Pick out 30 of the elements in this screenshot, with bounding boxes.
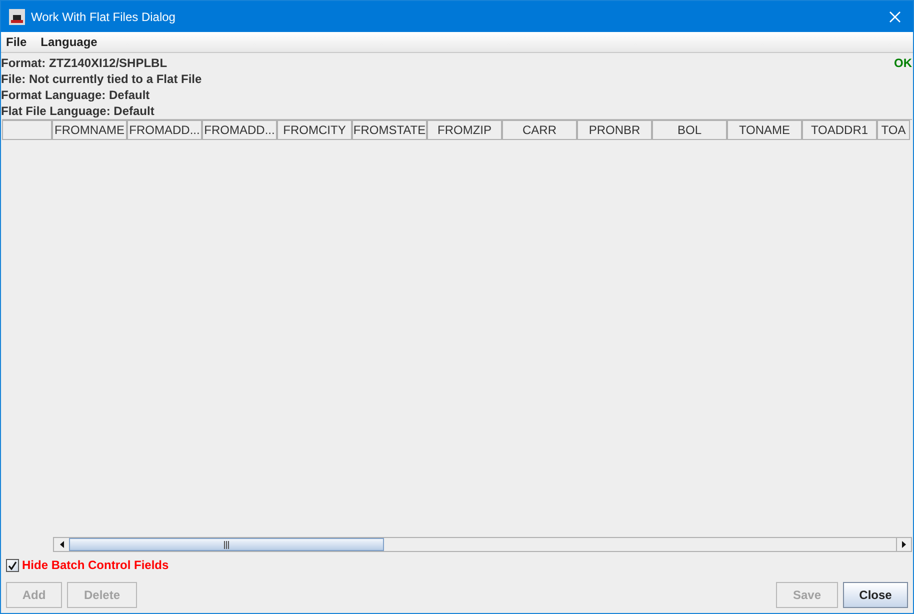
- column-header[interactable]: FROMZIP: [427, 120, 502, 140]
- checkbox[interactable]: [6, 558, 19, 572]
- window-title: Work With Flat Files Dialog: [31, 8, 176, 26]
- right-arrow-icon: [902, 541, 906, 548]
- horizontal-scrollbar[interactable]: [53, 537, 912, 552]
- column-header[interactable]: BOL: [652, 120, 727, 140]
- left-arrow-icon: [60, 541, 64, 548]
- close-icon[interactable]: [889, 10, 901, 22]
- column-header[interactable]: TOA: [877, 120, 910, 140]
- column-header[interactable]: FROMNAME: [52, 120, 127, 140]
- scrollbar-thumb[interactable]: [69, 538, 384, 551]
- info-text: Flat File Language: Default: [1, 103, 156, 119]
- menu-item[interactable]: File: [6, 33, 27, 51]
- column-header[interactable]: TONAME: [727, 120, 802, 140]
- column-header[interactable]: FROMADD...: [202, 120, 277, 140]
- status-text: OK: [894, 55, 913, 72]
- column-header[interactable]: CARR: [502, 120, 577, 140]
- grip-icon: [224, 540, 230, 548]
- checkbox-label: Hide Batch Control Fields: [22, 557, 169, 574]
- menu-item[interactable]: Language: [40, 33, 98, 51]
- column-header[interactable]: FROMADD...: [127, 120, 202, 140]
- info-text: Format Language: Default: [1, 87, 151, 103]
- column-header[interactable]: FROMCITY: [277, 120, 352, 140]
- column-header[interactable]: PRONBR: [577, 120, 652, 140]
- dialog-button[interactable]: Close: [843, 582, 908, 608]
- column-header[interactable]: TOADDR1: [802, 120, 877, 140]
- info-text: Format: ZTZ140XI12/SHPLBL: [1, 55, 168, 71]
- column-header[interactable]: FROMSTATE: [352, 120, 427, 140]
- app-icon: [9, 8, 25, 24]
- info-text: File: Not currently tied to a Flat File: [1, 71, 202, 87]
